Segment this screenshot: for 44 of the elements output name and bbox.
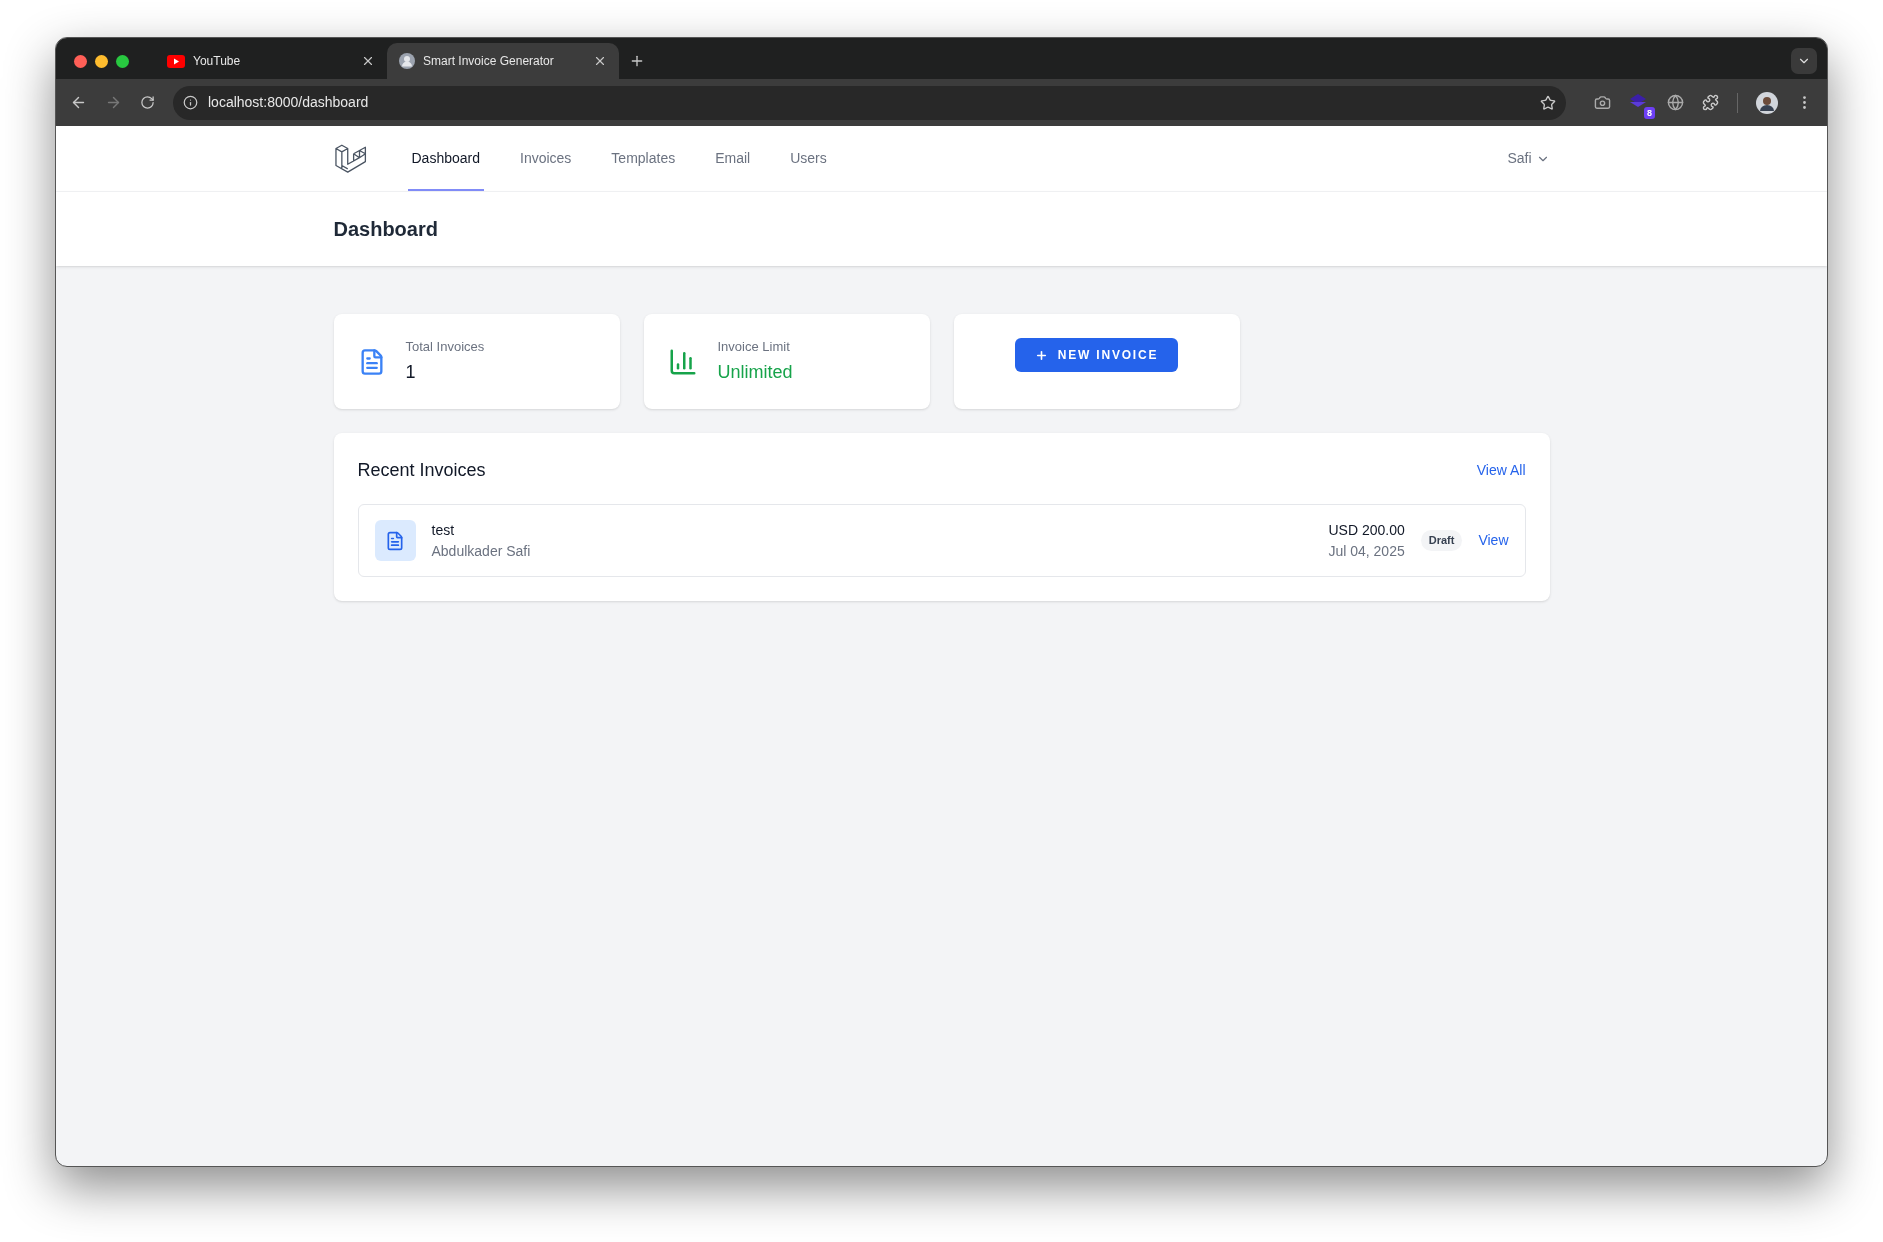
plus-icon xyxy=(1034,348,1048,362)
nav-link[interactable]: Email xyxy=(711,126,755,191)
site-info-icon[interactable] xyxy=(183,95,198,110)
camera-icon[interactable] xyxy=(1594,94,1611,111)
tab-title: Smart Invoice Generator xyxy=(423,53,555,70)
extensions-icon[interactable] xyxy=(1702,94,1719,111)
nav-link[interactable]: Users xyxy=(786,126,831,191)
browser-tab[interactable]: YouTube xyxy=(155,43,387,79)
address-bar[interactable]: localhost:8000/dashboard xyxy=(173,85,1566,120)
new-invoice-button[interactable]: NEW INVOICE xyxy=(1014,338,1179,372)
invoice-date: Jul 04, 2025 xyxy=(1328,541,1405,561)
extension-badge: 8 xyxy=(1644,106,1655,119)
stat-value: Unlimited xyxy=(717,360,793,384)
invoice-icon xyxy=(374,520,416,561)
globe-icon[interactable] xyxy=(1667,94,1684,111)
close-tab-icon[interactable] xyxy=(361,54,375,68)
nav-link[interactable]: Invoices xyxy=(516,126,576,191)
view-link[interactable]: View xyxy=(1478,530,1509,551)
avatar-icon xyxy=(399,53,415,69)
browser-tab[interactable]: Smart Invoice Generator xyxy=(387,43,619,79)
tab-list-button[interactable] xyxy=(1791,48,1817,74)
invoice-amount: USD 200.00 xyxy=(1328,520,1405,540)
view-all-link[interactable]: View All xyxy=(1476,460,1526,481)
status-badge: Draft xyxy=(1420,530,1463,551)
close-tab-icon[interactable] xyxy=(593,54,607,68)
invoice-title: test xyxy=(431,520,456,540)
bookmark-star-icon[interactable] xyxy=(1540,94,1556,111)
stat-value: 1 xyxy=(405,360,417,384)
reload-icon[interactable] xyxy=(140,95,155,110)
forward-icon[interactable] xyxy=(105,94,122,111)
page-title: Dashboard xyxy=(333,217,439,242)
invoice-row[interactable]: test Abdulkader Safi USD 200.00 Jul 04, 2025 Draft View xyxy=(357,504,1526,577)
play-icon xyxy=(167,54,185,68)
stat-label: Total Invoices xyxy=(405,338,485,357)
client-name: Abdulkader Safi xyxy=(431,541,532,561)
url-text: localhost:8000/dashboard xyxy=(208,93,370,112)
user-menu-button[interactable]: Safi xyxy=(1507,126,1550,191)
new-tab-icon[interactable] xyxy=(629,53,645,69)
tab-title: YouTube xyxy=(193,53,242,70)
back-icon[interactable] xyxy=(70,94,87,111)
stat-label: Invoice Limit xyxy=(717,338,791,357)
nav-link[interactable]: Templates xyxy=(607,126,680,191)
profile-avatar-icon[interactable] xyxy=(1756,91,1778,114)
section-title: Recent Invoices xyxy=(357,459,486,482)
